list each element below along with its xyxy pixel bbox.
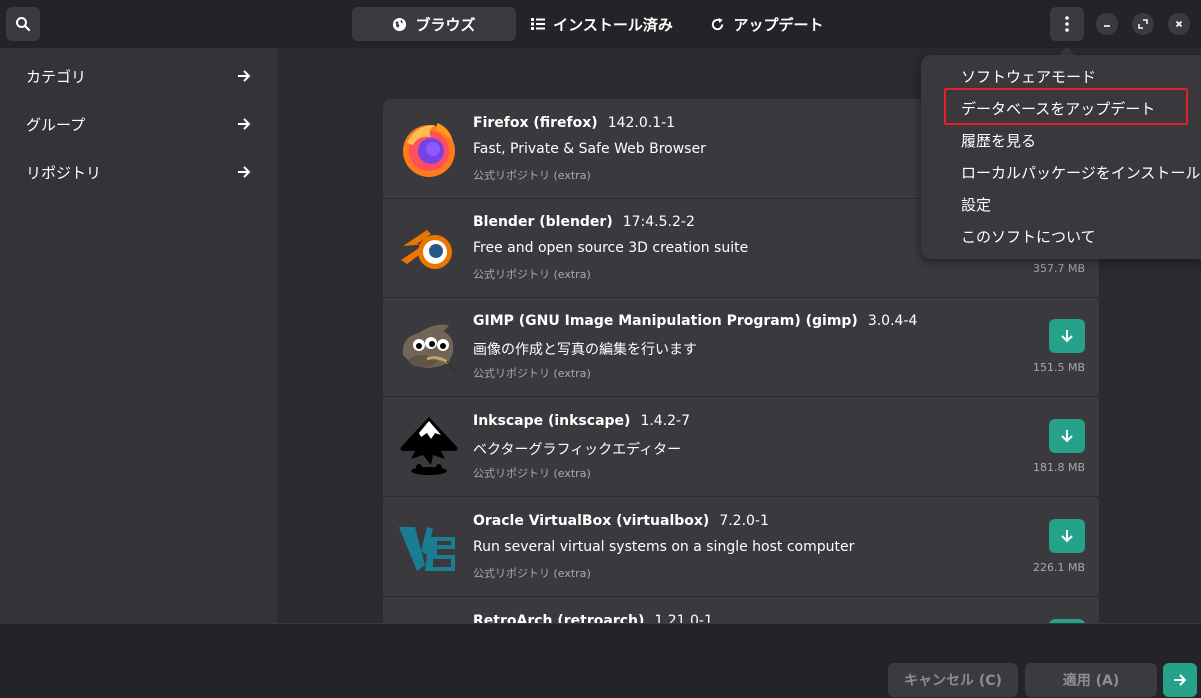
menu-item-software-mode[interactable]: ソフトウェアモード: [961, 64, 1096, 88]
header-bar: ブラウズ インストール済み アップデート: [0, 0, 1201, 48]
tab-browse[interactable]: ブラウズ: [352, 7, 516, 41]
main-menu-popover: ソフトウェアモード データベースをアップデート 履歴を見る ローカルパッケージを…: [921, 55, 1201, 259]
app-size: 226.1 MB: [1032, 561, 1085, 574]
inkscape-icon: [400, 417, 458, 475]
app-name: Firefox (firefox): [473, 115, 598, 131]
firefox-icon: [403, 123, 455, 177]
app-title: RetroArch (retroarch) 1.21.0-1: [473, 613, 713, 623]
minimize-button[interactable]: [1096, 13, 1118, 35]
sidebar-item-categories[interactable]: カテゴリ: [0, 52, 278, 100]
app-version: 1.4.2-7: [640, 413, 691, 429]
popover-arrow: [1059, 47, 1075, 55]
app-version: 1.21.0-1: [654, 613, 713, 623]
tab-installed[interactable]: インストール済み: [520, 7, 684, 41]
sidebar-item-groups[interactable]: グループ: [0, 100, 278, 148]
app-repository: 公式リポジトリ (extra): [473, 268, 591, 281]
blender-icon: [401, 230, 452, 269]
tab-updates[interactable]: アップデート: [700, 7, 834, 41]
app-size: 181.8 MB: [1032, 461, 1085, 474]
highlight-box: [944, 88, 1188, 125]
gimp-icon: [402, 324, 458, 374]
main-menu-button[interactable]: [1050, 7, 1084, 41]
action-bar: キャンセル (C) 適用 (A): [0, 623, 1201, 698]
app-description: Fast, Private & Safe Web Browser: [473, 141, 706, 157]
arrow-right-icon: [238, 166, 251, 178]
maximize-button[interactable]: [1132, 13, 1154, 35]
menu-item-settings[interactable]: 設定: [961, 192, 991, 216]
app-size: 151.5 MB: [1032, 361, 1085, 374]
app-repository: 公式リポジトリ (extra): [473, 467, 591, 480]
app-description: Free and open source 3D creation suite: [473, 240, 749, 256]
search-button[interactable]: [6, 7, 40, 41]
cancel-button[interactable]: キャンセル (C): [888, 663, 1018, 697]
app-title: Oracle VirtualBox (virtualbox) 7.2.0-1: [473, 513, 769, 529]
app-title: Blender (blender) 17:4.5.2-2: [473, 214, 695, 230]
app-row-gimp[interactable]: GIMP (GNU Image Manipulation Program) (g…: [383, 297, 1099, 397]
app-row-inkscape[interactable]: Inkscape (inkscape) 1.4.2-7 ベクターグラフィックエディ…: [383, 397, 1099, 497]
download-icon: [1061, 330, 1073, 343]
app-repository: 公式リポジトリ (extra): [473, 567, 591, 580]
search-icon: [16, 17, 31, 32]
kebab-menu-icon: [1065, 16, 1069, 32]
close-button[interactable]: [1168, 13, 1190, 35]
app-description: ベクターグラフィックエディター: [473, 442, 682, 458]
menu-item-about[interactable]: このソフトについて: [961, 224, 1096, 248]
app-repository: 公式リポジトリ (extra): [473, 169, 591, 182]
sidebar: カテゴリ グループ リポジトリ: [0, 48, 278, 623]
app-row-virtualbox[interactable]: Oracle VirtualBox (virtualbox) 7.2.0-1 Ru…: [383, 497, 1099, 597]
app-title: Firefox (firefox) 142.0.1-1: [473, 115, 675, 131]
app-name: GIMP (GNU Image Manipulation Program) (g…: [473, 313, 858, 329]
arrow-right-icon: [238, 118, 251, 130]
maximize-icon: [1138, 19, 1148, 29]
app-description: 画像の作成と写真の編集を行います: [473, 342, 697, 358]
app-description: Run several virtual systems on a single …: [473, 539, 855, 555]
next-button[interactable]: [1163, 663, 1197, 697]
arrow-right-icon: [1174, 674, 1187, 686]
app-title: GIMP (GNU Image Manipulation Program) (g…: [473, 313, 917, 329]
close-icon: [1175, 20, 1183, 28]
arrow-right-icon: [238, 70, 251, 82]
app-name: Blender (blender): [473, 214, 613, 230]
app-name: Inkscape (inkscape): [473, 413, 631, 429]
app-size: 357.7 MB: [1032, 262, 1085, 275]
sidebar-item-repositories[interactable]: リポジトリ: [0, 148, 278, 196]
tab-browse-label: ブラウズ: [415, 15, 476, 34]
app-name: Oracle VirtualBox (virtualbox): [473, 513, 710, 529]
apply-button[interactable]: 適用 (A): [1025, 663, 1157, 697]
install-button[interactable]: [1049, 319, 1085, 353]
menu-item-view-history[interactable]: 履歴を見る: [961, 128, 1036, 152]
globe-icon: [392, 17, 407, 32]
menu-item-install-local-package[interactable]: ローカルパッケージをインストール: [961, 160, 1200, 184]
virtualbox-icon: [399, 527, 455, 571]
app-version: 17:4.5.2-2: [622, 214, 695, 230]
app-repository: 公式リポジトリ (extra): [473, 367, 591, 380]
app-title: Inkscape (inkscape) 1.4.2-7: [473, 413, 690, 429]
refresh-icon: [710, 17, 725, 32]
app-name: RetroArch (retroarch): [473, 613, 645, 623]
download-icon: [1061, 530, 1073, 543]
tab-installed-label: インストール済み: [553, 15, 673, 34]
app-version: 142.0.1-1: [607, 115, 676, 131]
download-icon: [1061, 430, 1073, 443]
list-icon: [531, 17, 546, 31]
install-button[interactable]: [1049, 519, 1085, 553]
app-version: 3.0.4-4: [867, 313, 918, 329]
install-button[interactable]: [1049, 419, 1085, 453]
minimize-icon: [1104, 25, 1110, 27]
app-version: 7.2.0-1: [719, 513, 769, 529]
tab-updates-label: アップデート: [733, 15, 824, 34]
app-row-retroarch[interactable]: RetroArch (retroarch) 1.21.0-1: [383, 597, 1099, 623]
